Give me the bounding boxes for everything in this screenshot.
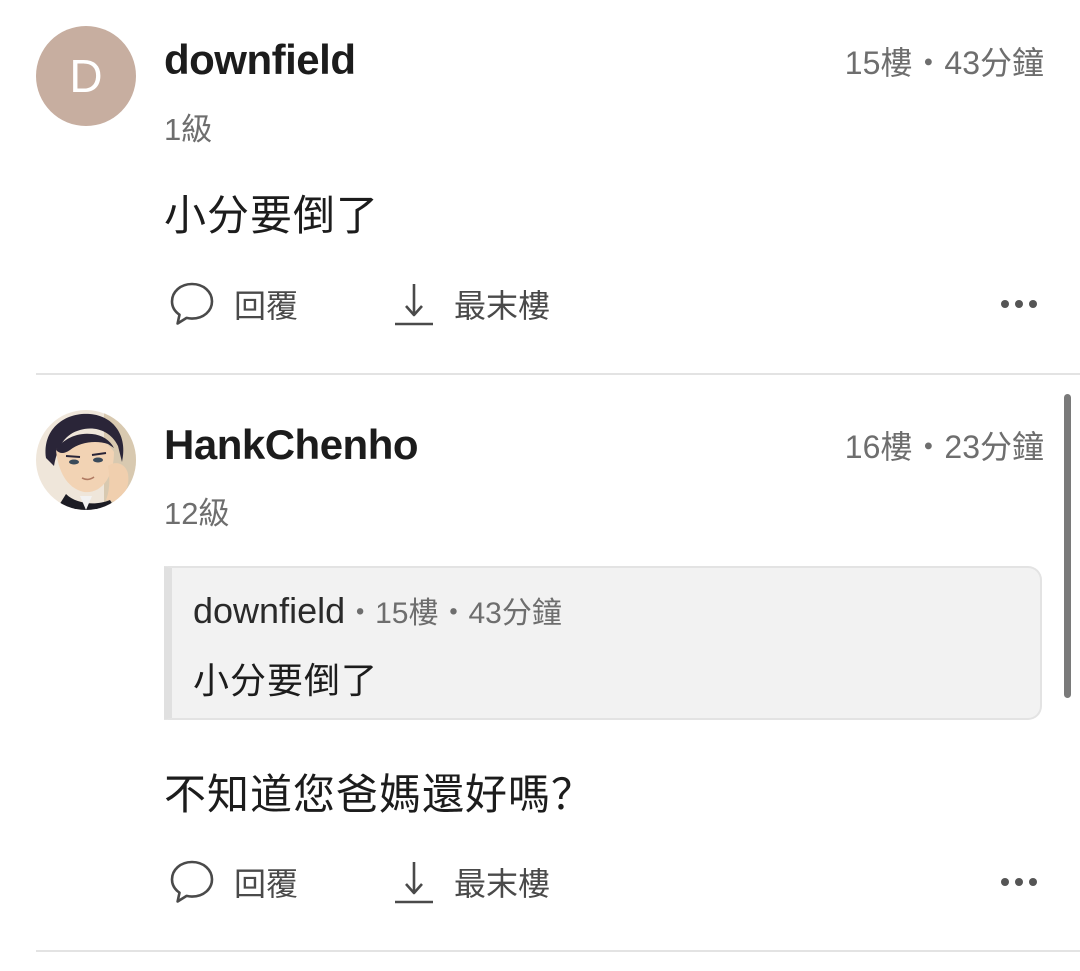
more-dots-icon <box>1001 300 1037 308</box>
floor-time-meta: 16樓・23分鐘 <box>844 429 1044 465</box>
reply-label: 回覆 <box>234 288 299 324</box>
quoted-comment[interactable]: downfield・15樓・43分鐘 小分要倒了 <box>164 566 1042 720</box>
quote-text: 小分要倒了 <box>193 660 379 701</box>
jump-to-last-floor-button[interactable]: 最末樓 <box>392 852 550 912</box>
scrollbar-thumb[interactable] <box>1064 394 1071 698</box>
user-portrait-image <box>36 410 136 510</box>
comment-body: 不知道您爸媽還好嗎？ <box>164 771 595 818</box>
more-options-button[interactable] <box>994 282 1044 326</box>
speech-bubble-icon <box>170 860 214 903</box>
quote-header: downfield・15樓・43分鐘 <box>193 588 562 632</box>
reply-button[interactable]: 回覆 <box>168 852 298 912</box>
comment-body: 小分要倒了 <box>164 192 380 239</box>
jump-label: 最末樓 <box>454 866 551 902</box>
speech-bubble-icon <box>170 282 214 325</box>
comment-floor-16: HankChenho 16樓・23分鐘 12級 downfield・15樓・43… <box>0 376 1080 952</box>
more-options-button[interactable] <box>994 860 1044 904</box>
comment-actions: 回覆 最末樓 <box>164 274 1044 334</box>
username[interactable]: downfield <box>164 36 356 84</box>
quote-meta: ・15樓・43分鐘 <box>345 597 562 630</box>
arrow-down-to-line-icon <box>395 862 433 904</box>
avatar[interactable]: D <box>36 26 136 126</box>
comment-divider <box>36 373 1080 375</box>
username[interactable]: HankChenho <box>164 421 419 469</box>
floor-time-meta: 15樓・43分鐘 <box>844 45 1044 81</box>
comment-actions: 回覆 最末樓 <box>164 852 1044 912</box>
user-level: 1級 <box>164 112 213 147</box>
reply-label: 回覆 <box>234 866 299 902</box>
avatar-letter: D <box>69 50 103 102</box>
avatar[interactable] <box>36 410 136 510</box>
more-dots-icon <box>1001 878 1037 886</box>
comment-divider <box>36 950 1080 952</box>
quote-username: downfield <box>193 590 346 631</box>
jump-label: 最末樓 <box>454 288 551 324</box>
jump-to-last-floor-button[interactable]: 最末樓 <box>392 274 550 334</box>
arrow-down-to-line-icon <box>395 284 433 326</box>
reply-button[interactable]: 回覆 <box>168 274 298 334</box>
user-level: 12級 <box>164 496 230 531</box>
comment-floor-15: D downfield 15樓・43分鐘 1級 小分要倒了 回覆 最末樓 <box>0 0 1080 374</box>
